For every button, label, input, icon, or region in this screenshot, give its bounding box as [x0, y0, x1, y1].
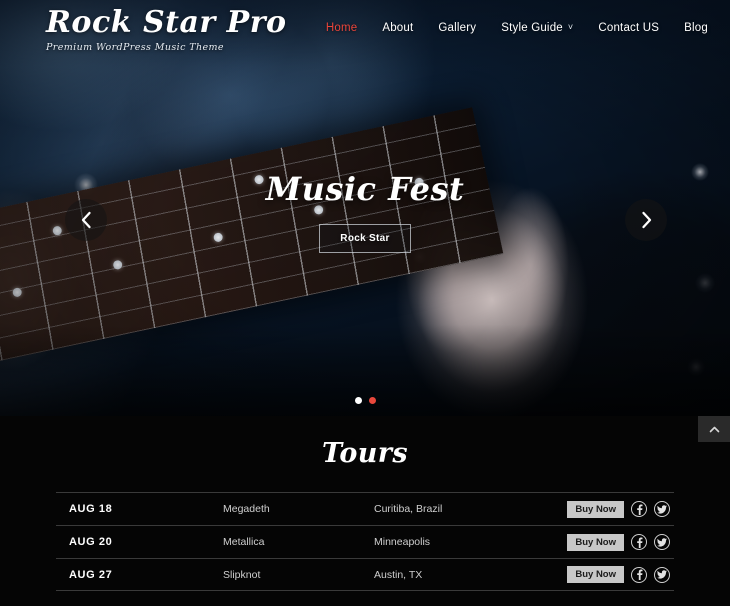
site-branding[interactable]: Rock Star Pro Premium WordPress Music Th…	[46, 8, 287, 53]
tours-heading: Tours	[321, 438, 409, 469]
hero-title: Music Fest	[265, 170, 465, 208]
tour-band: Slipknot	[223, 568, 261, 581]
twitter-icon	[657, 504, 667, 514]
tour-date: AUG 27	[69, 568, 113, 581]
nav-item-home[interactable]: Home	[326, 22, 357, 34]
nav-label: Style Guide	[501, 22, 563, 34]
buy-now-button[interactable]: Buy Now	[567, 566, 624, 583]
tour-actions: Buy Now	[567, 533, 670, 551]
nav-label: Contact US	[598, 22, 660, 34]
table-row: AUG 20 Metallica Minneapolis Buy Now	[56, 525, 674, 558]
buy-now-button[interactable]: Buy Now	[567, 500, 624, 518]
site-header: Rock Star Pro Premium WordPress Music Th…	[0, 0, 730, 58]
slider-next-button[interactable]	[625, 199, 667, 241]
nav-item-contact-us[interactable]: Contact US	[598, 22, 659, 34]
chevron-down-icon: ˅	[567, 21, 574, 32]
tour-band: Metallica	[223, 536, 265, 548]
tour-location: Austin, TX	[374, 568, 423, 581]
tours-table: AUG 18 Megadeth Curitiba, Brazil Buy Now…	[56, 492, 674, 591]
tour-actions: Buy Now	[567, 566, 670, 583]
facebook-icon	[636, 504, 642, 515]
nav-item-style-guide[interactable]: Style Guide ˅	[501, 22, 573, 34]
site-title: Rock Star Pro	[46, 5, 287, 40]
table-row: AUG 18 Megadeth Curitiba, Brazil Buy Now	[56, 492, 674, 525]
hero-caption: Music Fest Rock Star	[0, 170, 730, 253]
twitter-share-button[interactable]	[654, 566, 670, 583]
facebook-icon	[636, 537, 642, 548]
chevron-up-icon	[709, 426, 719, 432]
slider-dot-1[interactable]	[354, 397, 362, 404]
nav-label: Home	[325, 22, 358, 34]
slider-prev-button[interactable]	[65, 199, 107, 241]
facebook-share-button[interactable]	[631, 534, 647, 550]
table-row: AUG 27 Slipknot Austin, TX Buy Now	[56, 558, 674, 591]
chevron-right-icon	[641, 211, 651, 229]
nav-label: About	[382, 22, 414, 34]
twitter-icon	[657, 570, 667, 579]
facebook-share-button[interactable]	[631, 501, 647, 517]
nav-item-gallery[interactable]: Gallery	[438, 22, 476, 34]
nav-label: Blog	[684, 22, 708, 34]
chevron-left-icon	[81, 211, 91, 229]
nav-item-about[interactable]: About	[382, 22, 413, 34]
tours-section: Tours AUG 18 Megadeth Curitiba, Brazil B…	[0, 416, 730, 606]
tour-band: Megadeth	[223, 503, 270, 515]
buy-now-button[interactable]: Buy Now	[567, 533, 624, 551]
tour-actions: Buy Now	[567, 500, 670, 518]
tour-location: Curitiba, Brazil	[374, 503, 443, 515]
hero-cta-button[interactable]: Rock Star	[319, 224, 411, 253]
primary-navigation: Home About Gallery Style Guide ˅ Contact…	[326, 8, 708, 34]
tour-location: Minneapolis	[374, 536, 431, 548]
slider-dot-2[interactable]	[368, 397, 376, 404]
hero-slider: Rock Star Pro Premium WordPress Music Th…	[0, 0, 730, 416]
nav-item-blog[interactable]: Blog	[684, 22, 708, 34]
tour-date: AUG 20	[69, 536, 113, 548]
slider-pagination	[0, 397, 730, 404]
facebook-share-button[interactable]	[631, 566, 647, 583]
site-tagline: Premium WordPress Music Theme	[46, 42, 224, 53]
twitter-share-button[interactable]	[654, 534, 670, 550]
nav-label: Gallery	[438, 22, 477, 34]
tour-date: AUG 18	[69, 503, 113, 515]
twitter-icon	[657, 537, 667, 547]
back-to-top-button[interactable]	[698, 416, 730, 442]
twitter-share-button[interactable]	[654, 501, 670, 517]
facebook-icon	[636, 569, 642, 580]
